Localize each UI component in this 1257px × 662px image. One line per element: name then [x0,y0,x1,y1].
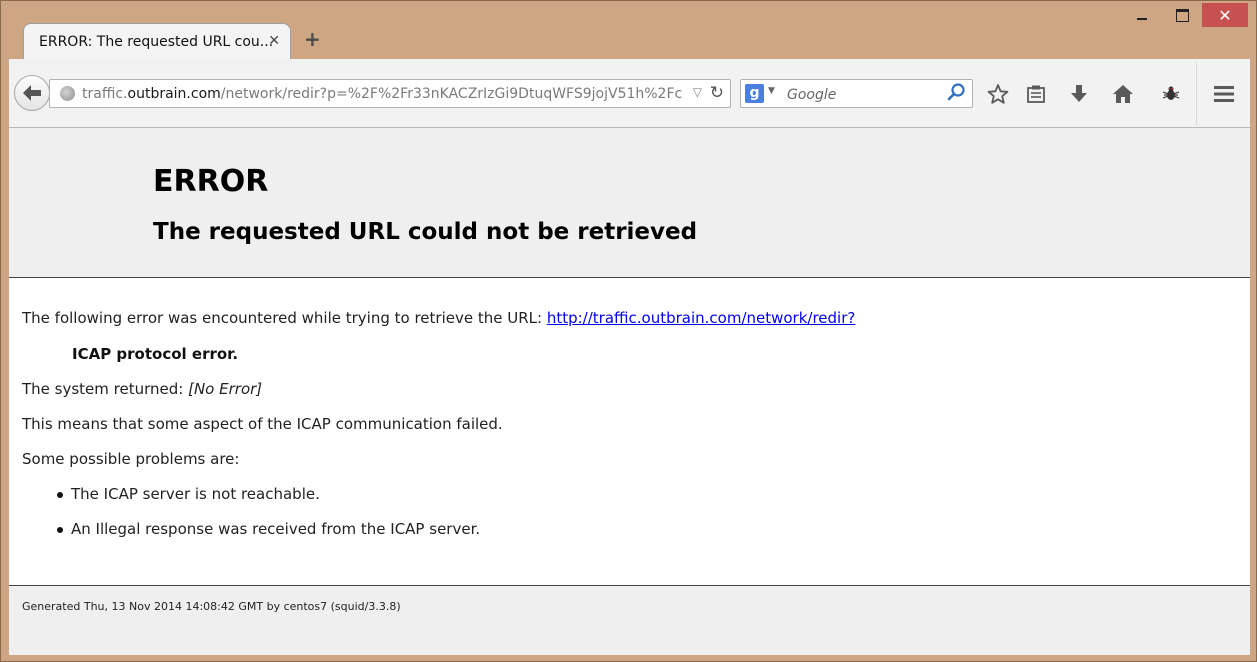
list-item-text: An Illegal response was received from th… [71,520,481,538]
reload-icon[interactable]: ↻ [710,83,724,103]
close-icon: ✕ [1218,5,1232,25]
maximize-button[interactable] [1162,3,1202,27]
hamburger-menu-icon[interactable] [1210,80,1238,108]
reading-list-icon[interactable] [1022,80,1050,108]
back-button[interactable] [14,75,50,111]
bookmark-star-icon[interactable] [984,80,1012,108]
problems-intro: Some possible problems are: [22,450,240,468]
close-window-button[interactable]: ✕ [1202,3,1248,27]
list-item-text: The ICAP server is not reachable. [71,485,320,503]
new-tab-button[interactable]: + [304,27,321,51]
page-title: ERROR [153,164,269,199]
url-bar[interactable]: traffic.outbrain.com/network/redir?p=%2F… [49,79,731,108]
footer: Generated Thu, 13 Nov 2014 14:08:42 GMT … [9,585,1250,655]
download-arrow-icon[interactable] [1065,80,1093,108]
home-icon[interactable] [1109,80,1137,108]
minimize-button[interactable] [1122,3,1162,27]
list-item: An Illegal response was received from th… [57,520,480,538]
url-path: /network/redir?p=%2F%2Fr33nKACZrIzGi9Dtu… [220,86,682,102]
error-header: ERROR The requested URL could not be ret… [9,128,1250,278]
requested-url-link[interactable]: http://traffic.outbrain.com/network/redi… [547,309,856,327]
google-icon[interactable]: g [745,84,764,103]
url-dropdown-icon[interactable]: ▽ [693,85,702,99]
meaning-paragraph: This means that some aspect of the ICAP … [22,415,503,433]
back-arrow-icon [23,85,41,101]
globe-icon [60,86,75,101]
browser-window: ✕ ERROR: The requested URL cou... ✕ + tr… [0,0,1257,662]
page-content: ERROR The requested URL could not be ret… [9,128,1250,655]
intro-paragraph: The following error was encountered whil… [22,309,855,327]
bullet-icon [57,491,63,498]
tab-active[interactable]: ERROR: The requested URL cou... ✕ [23,23,291,61]
url-prefix: traffic. [82,86,128,102]
system-returned-paragraph: The system returned: [No Error] [22,380,262,398]
maximize-icon [1175,8,1189,22]
search-magnifier-icon[interactable] [946,81,968,105]
bullet-icon [57,526,63,533]
tab-title: ERROR: The requested URL cou... [39,34,274,50]
url-text[interactable]: traffic.outbrain.com/network/redir?p=%2F… [82,86,682,102]
search-input[interactable] [785,84,939,105]
tab-close-icon[interactable]: ✕ [268,33,280,49]
page-subtitle: The requested URL could not be retrieved [153,219,698,245]
list-item: The ICAP server is not reachable. [57,485,320,503]
footer-text: Generated Thu, 13 Nov 2014 14:08:42 GMT … [22,600,401,613]
intro-text: The following error was encountered whil… [22,309,547,327]
window-controls: ✕ [1122,3,1248,27]
search-engine-dropdown-icon[interactable]: ▼ [768,86,775,96]
search-bar: g ▼ [740,79,973,108]
toolbar-separator [1196,63,1197,125]
system-returned-label: The system returned: [22,380,189,398]
navigation-toolbar: traffic.outbrain.com/network/redir?p=%2F… [9,59,1250,128]
error-name: ICAP protocol error. [72,345,239,363]
system-returned-value: [No Error] [188,380,263,398]
firebug-icon[interactable] [1157,80,1185,108]
minimize-icon [1137,18,1147,20]
url-domain: outbrain.com [127,86,221,102]
